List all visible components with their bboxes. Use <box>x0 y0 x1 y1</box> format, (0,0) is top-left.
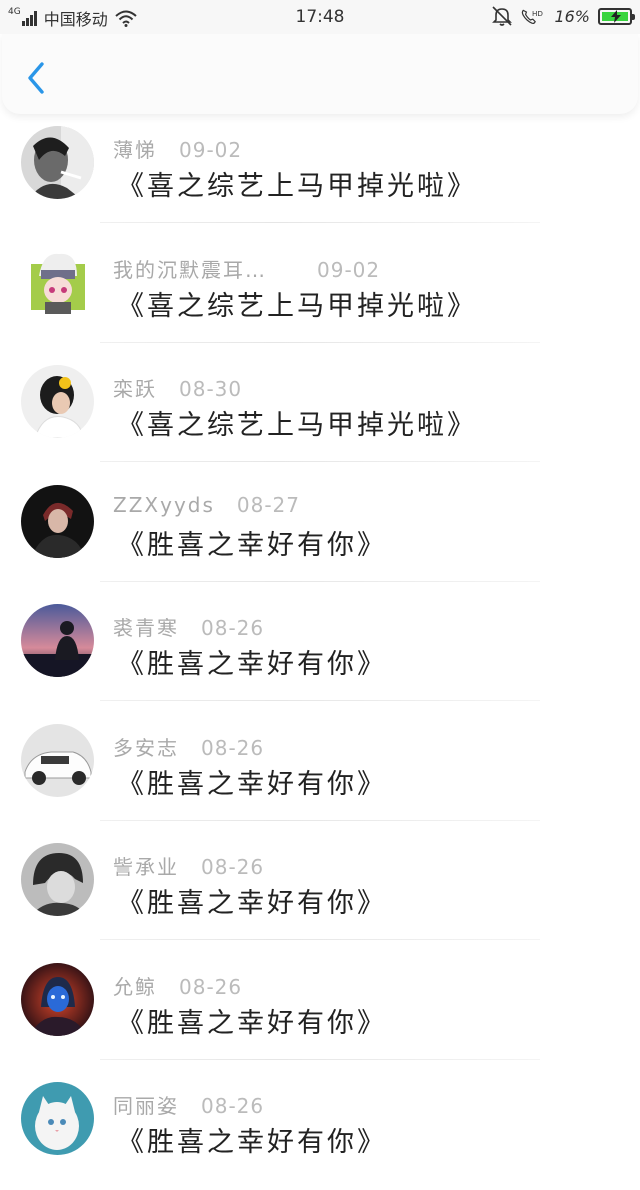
list-item[interactable]: 允鲸 08-26 《胜喜之幸好有你》 <box>0 951 640 1071</box>
avatar[interactable] <box>21 723 94 797</box>
work-title[interactable]: 《喜之综艺上马甲掉光啦》 <box>117 164 477 203</box>
comment-date: 08-27 <box>236 492 301 517</box>
divider <box>100 700 540 701</box>
comment-meta: 允鲸 08-26 <box>113 971 242 1000</box>
call-hd-icon: HD <box>522 9 544 24</box>
top-nav-bar <box>2 34 638 114</box>
username[interactable]: 多安志 <box>113 736 179 760</box>
avatar[interactable] <box>21 126 94 199</box>
svg-text:HD: HD <box>532 9 543 18</box>
comment-date: 08-26 <box>201 735 265 760</box>
list-item[interactable]: 裘青寒 08-26 《胜喜之幸好有你》 <box>0 592 640 712</box>
chevron-left-icon[interactable] <box>18 58 58 98</box>
username[interactable]: 薄悌 <box>113 138 157 162</box>
work-title[interactable]: 《喜之综艺上马甲掉光啦》 <box>117 403 477 442</box>
divider <box>100 222 540 223</box>
avatar[interactable] <box>21 1082 94 1155</box>
comment-date: 09-02 <box>179 138 243 162</box>
comment-date: 08-30 <box>179 377 243 401</box>
battery-percent: 16% <box>554 6 590 26</box>
list-item[interactable]: ZZXyyds 08-27 《胜喜之幸好有你》 <box>0 473 640 593</box>
username[interactable]: ZZXyyds <box>113 493 215 517</box>
mute-icon <box>492 6 513 26</box>
username[interactable]: 允鲸 <box>113 975 157 999</box>
comment-date: 08-26 <box>201 616 265 640</box>
username[interactable]: 裘青寒 <box>113 616 179 640</box>
work-title[interactable]: 《胜喜之幸好有你》 <box>117 762 387 801</box>
divider <box>100 939 540 940</box>
comment-meta: 薄悌 09-02 <box>113 134 242 163</box>
work-title[interactable]: 《胜喜之幸好有你》 <box>117 523 387 562</box>
list-item[interactable]: 訾承业 08-26 《胜喜之幸好有你》 <box>0 831 640 951</box>
list-item[interactable]: 同丽姿 08-26 《胜喜之幸好有你》 <box>0 1070 640 1190</box>
comment-date: 08-26 <box>201 1094 265 1118</box>
work-title[interactable]: 《胜喜之幸好有你》 <box>117 1120 387 1159</box>
divider <box>100 580 540 582</box>
comment-date: 09-02 <box>317 257 381 282</box>
comment-meta: 我的沉默震耳… 09-02 <box>113 254 380 283</box>
list-item[interactable]: 栾跃 08-30 《喜之综艺上马甲掉光啦》 <box>0 353 640 473</box>
list-item[interactable]: 多安志 08-26 《胜喜之幸好有你》 <box>0 712 640 832</box>
comment-meta: 多安志 08-26 <box>113 732 264 761</box>
status-right: HD 16% <box>490 5 635 27</box>
list-item[interactable]: 我的沉默震耳… 09-02 《喜之综艺上马甲掉光啦》 <box>0 234 640 354</box>
work-title[interactable]: 《胜喜之幸好有你》 <box>117 642 387 681</box>
comment-date: 08-26 <box>201 855 265 879</box>
avatar[interactable] <box>21 484 94 558</box>
username[interactable]: 栾跃 <box>113 377 157 401</box>
avatar[interactable] <box>21 962 94 1036</box>
avatar[interactable] <box>21 365 94 438</box>
comment-meta: 栾跃 08-30 <box>113 373 242 402</box>
status-bar: 4G 中国移动 17:48 HD 16% <box>0 0 640 34</box>
comment-meta: 裘青寒 08-26 <box>113 612 264 641</box>
comment-meta: 訾承业 08-26 <box>113 851 264 880</box>
battery-charging-icon <box>598 7 635 25</box>
divider <box>100 819 540 821</box>
comment-meta: 同丽姿 08-26 <box>113 1090 264 1119</box>
username[interactable]: 訾承业 <box>113 855 179 879</box>
comment-list: 薄悌 09-02 《喜之综艺上马甲掉光啦》 我的沉默震耳… 09-02 《喜之综艺上… <box>0 114 640 1190</box>
avatar[interactable] <box>21 604 94 677</box>
username[interactable]: 同丽姿 <box>113 1094 179 1118</box>
list-item[interactable]: 薄悌 09-02 《喜之综艺上马甲掉光啦》 <box>0 114 640 234</box>
work-title[interactable]: 《胜喜之幸好有你》 <box>117 1001 387 1040</box>
comment-date: 08-26 <box>179 974 243 999</box>
divider <box>100 461 540 462</box>
comment-meta: ZZXyyds 08-27 <box>113 493 300 517</box>
divider <box>100 1058 540 1060</box>
work-title[interactable]: 《喜之综艺上马甲掉光啦》 <box>117 284 477 323</box>
avatar[interactable] <box>21 245 94 319</box>
avatar[interactable] <box>21 843 94 916</box>
work-title[interactable]: 《胜喜之幸好有你》 <box>117 881 387 920</box>
username[interactable]: 我的沉默震耳… <box>113 258 267 282</box>
divider <box>100 341 540 343</box>
